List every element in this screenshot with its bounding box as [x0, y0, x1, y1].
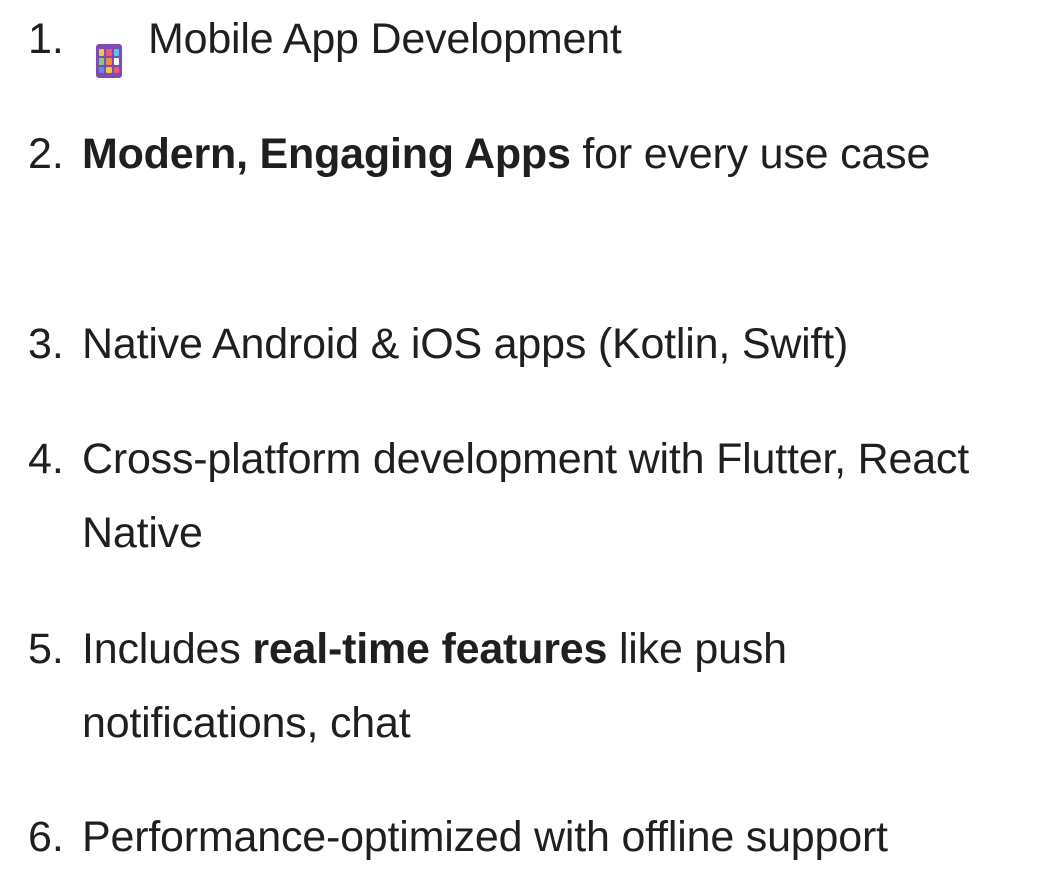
list-item-text: Performance-optimized with offline suppo… [82, 800, 1030, 874]
item-label: Cross-platform development with Flutter,… [82, 435, 969, 557]
list-number: 5. [28, 625, 64, 673]
list-number: 1. [28, 15, 64, 63]
icon-tile [113, 66, 119, 74]
icon-tile [106, 49, 112, 56]
icon-tile [99, 58, 105, 65]
list-item-text: Includes real-time features like push no… [82, 612, 902, 760]
list-number: 3. [28, 320, 64, 368]
list-item-text: Cross-platform development with Flutter,… [82, 422, 982, 570]
numbered-list: 1. Mobile App Development 2. Modern, Eng… [0, 0, 1042, 861]
item-label: Includes [82, 625, 253, 673]
icon-tile [113, 49, 119, 56]
item-label: for every use case [570, 130, 931, 178]
list-number: 6. [28, 813, 64, 861]
icon-tile [106, 58, 112, 65]
mobile-app-icon [96, 44, 122, 79]
list-number: 2. [28, 130, 64, 178]
list-item-text: Modern, Engaging Apps for every use case [82, 117, 942, 191]
list-item-text: Native Android & iOS apps (Kotlin, Swift… [82, 307, 1030, 381]
bold-text: real-time features [252, 625, 608, 673]
icon-tile [99, 66, 105, 74]
icon-tile [99, 49, 105, 56]
list-item-text: Mobile App Development [82, 2, 1030, 79]
icon-tile [106, 66, 112, 74]
bold-text: Modern, Engaging Apps [82, 130, 571, 178]
app-grid-icon [99, 49, 119, 74]
item-label: Performance-optimized with offline suppo… [82, 813, 888, 861]
item-label: Mobile App Development [148, 15, 622, 63]
item-label: Native Android & iOS apps (Kotlin, Swift… [82, 320, 849, 368]
icon-tile [113, 58, 119, 65]
list-number: 4. [28, 435, 64, 483]
